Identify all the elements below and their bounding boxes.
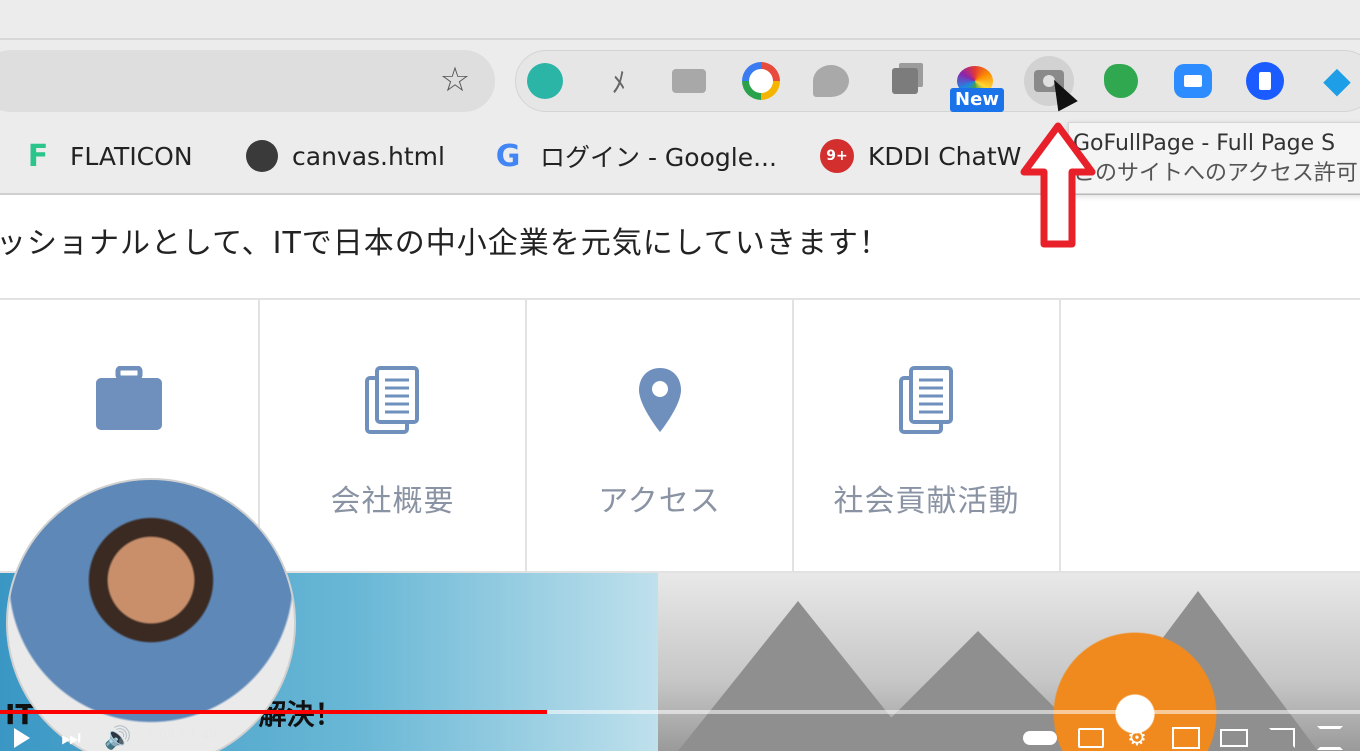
theater-mode-icon[interactable] [1220,724,1248,751]
bookmark-label: FLATICON [70,141,193,171]
tile-access[interactable]: アクセス [527,300,794,572]
bookmark-star-icon[interactable]: ☆ [435,60,475,100]
bookmark-label: ログイン - Google... [540,143,777,172]
tile-social-contribution[interactable]: 社会貢献活動 [794,300,1061,572]
extensions-toolbar [515,50,1360,112]
new-badge: New [950,88,1004,112]
tooltip-subtitle: このサイトへのアクセス許可 [1073,161,1358,186]
documents-icon [898,366,953,434]
tile-empty [1061,300,1360,572]
bookmark-canvas[interactable]: canvas.html [246,135,445,177]
bookmark-flaticon[interactable]: F FLATICON [20,135,193,177]
tab-strip-divider [0,38,1360,40]
map-pin-icon [638,368,681,432]
tile-label: 社会貢献活動 [833,484,1020,519]
banner-image-right [658,573,1360,751]
bookmark-label: KDDI ChatW [868,141,1022,171]
briefcase-icon [96,366,162,430]
teal-circle-icon[interactable] [527,63,563,99]
progress-bar-played [0,710,547,714]
bookmark-google-login[interactable]: G ログイン - Google... [490,135,777,177]
extension-tooltip: GoFullPage - Full Page S このサイトへのアクセス許可 [1068,122,1360,194]
cast-icon[interactable] [1268,724,1296,751]
red-arrow-annotation [1020,122,1096,248]
play-icon[interactable] [10,724,34,751]
flaticon-logo-icon: F [27,138,49,174]
bookmark-label: canvas.html [292,141,445,171]
tile-label: アクセス [598,484,721,519]
diamond-icon[interactable]: ◆ [1318,62,1356,100]
zoom-icon[interactable] [1174,62,1212,100]
fullscreen-icon[interactable] [1316,724,1344,751]
volume-icon[interactable]: 🔊 [104,724,132,751]
settings-gear-icon[interactable]: ⚙ [1124,724,1150,751]
camera-icon[interactable] [670,62,708,100]
autoplay-toggle[interactable] [1022,724,1058,751]
evernote-icon[interactable] [1102,62,1140,100]
tooltip-title: GoFullPage - Full Page S [1073,131,1336,156]
rainbow-circle-icon[interactable] [742,62,780,100]
kddi-badge-icon: 9+ [820,139,854,173]
time-display: 3:09 / 7:49 [146,728,218,743]
next-icon[interactable]: ⏭ [58,724,84,751]
copy-icon[interactable] [886,62,924,100]
bookmark-icon[interactable] [1246,62,1284,100]
documents-icon [364,366,419,434]
tile-label: 会社概要 [330,484,455,519]
google-icon: G [495,138,521,174]
miniplayer-icon[interactable] [1172,724,1200,751]
tile-company-profile[interactable]: 会社概要 [260,300,527,572]
page-tagline: ッショナルとして、ITで日本の中小企業を元気にしていきます！ [0,226,890,261]
subtitles-icon[interactable] [1078,724,1104,751]
chat-bubble-icon[interactable] [812,62,850,100]
globe-icon [246,140,278,172]
address-bar[interactable] [0,50,495,112]
bookmark-kddi-chat[interactable]: 9+ KDDI ChatW [820,135,1021,177]
k-icon[interactable]: ﾒ [600,62,638,100]
